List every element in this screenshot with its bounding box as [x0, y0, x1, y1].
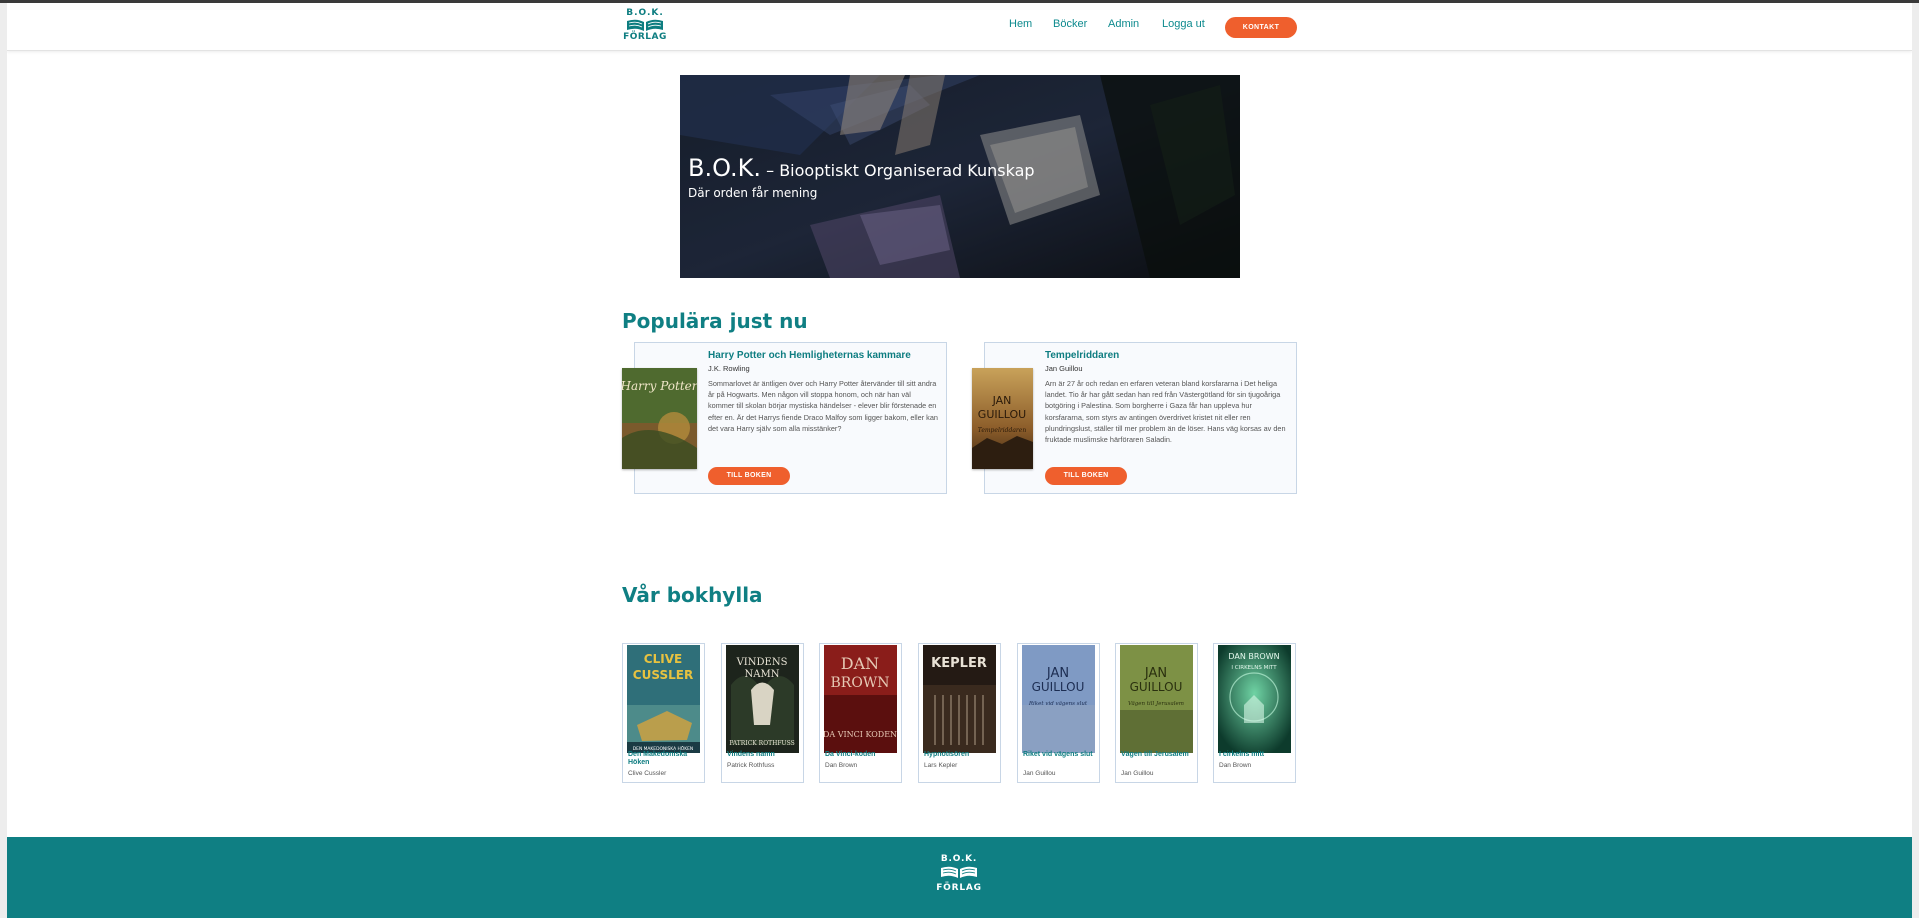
open-book-icon [627, 19, 663, 31]
page: B.O.K. FÖRLAG Hem Böcker Admin Logga ut … [7, 3, 1912, 918]
shelf-book-title[interactable]: Den Makedoniska Höken [628, 751, 703, 767]
cover-mid-text: I CIRKELNS MITT [1231, 665, 1277, 671]
cover-mid-text: GUILLOU [1032, 680, 1085, 694]
book-cover-tempelriddaren[interactable]: JAN GUILLOU Tempelriddaren [972, 368, 1033, 469]
nav-link-admin[interactable]: Admin [1108, 18, 1139, 30]
shelf-book-title[interactable]: Da Vinci-koden [825, 751, 900, 759]
footer-logo[interactable]: B.O.K. FÖRLAG [936, 854, 982, 893]
cover-bottom-text: Riket vid vägens slut [1028, 701, 1088, 707]
cover-art: VINDENS NAMN PATRICK ROTHFUSS [726, 645, 799, 753]
site-logo[interactable]: B.O.K. FÖRLAG [622, 8, 668, 42]
hero-banner: B.O.K. – Biooptiskt Organiserad Kunskap … [680, 75, 1240, 278]
featured-book-description: Sommarlovet är äntligen över och Harry P… [708, 379, 938, 433]
cover-art: KEPLER [923, 645, 996, 753]
cover-art: JAN GUILLOU Vägen till Jerusalem [1120, 645, 1193, 753]
shelf-book-card[interactable]: CLIVE CUSSLER DEN MAKEDONISKA HÖKEN Den … [622, 643, 705, 783]
cover-mid-text: CUSSLER [633, 668, 693, 682]
logo-text-bottom: FÖRLAG [623, 32, 667, 42]
cover-art: JAN GUILLOU Tempelriddaren [972, 368, 1033, 469]
open-book-icon [941, 866, 977, 878]
till-boken-button[interactable]: TILL BOKEN [1045, 467, 1127, 485]
featured-book-description: Arn är 27 år och redan en erfaren vetera… [1045, 379, 1286, 445]
footer-logo-text-top: B.O.K. [940, 854, 978, 864]
cover-title-text: Harry Potter [622, 379, 697, 393]
cover-top-text: DAN BROWN [1228, 652, 1279, 661]
shelf-book-title[interactable]: Vindens namn [727, 751, 802, 759]
cover-author-first: JAN [992, 394, 1012, 407]
site-header: B.O.K. FÖRLAG Hem Böcker Admin Logga ut … [7, 3, 1912, 51]
cover-top-text: JAN [1046, 666, 1069, 681]
shelf-book-author: Clive Cussler [628, 770, 667, 777]
shelf-book-author: Patrick Rothfuss [727, 762, 775, 769]
cover-mid-text: GUILLOU [1130, 680, 1183, 694]
book-cover[interactable]: JAN GUILLOU Vägen till Jerusalem [1120, 645, 1193, 753]
cover-title-text: Tempelriddaren [978, 427, 1027, 434]
popular-heading: Populära just nu [622, 309, 808, 333]
cover-author-last: GUILLOU [978, 408, 1026, 421]
book-cover[interactable]: DAN BROWN I CIRKELNS MITT [1218, 645, 1291, 753]
featured-book-title[interactable]: Tempelriddaren [1045, 350, 1119, 361]
book-cover-harry-potter[interactable]: Harry Potter [622, 368, 697, 469]
shelf-book-card[interactable]: VINDENS NAMN PATRICK ROTHFUSS Vindens na… [721, 643, 804, 783]
cover-top-text: JAN [1144, 666, 1167, 681]
cover-mid-text: BROWN [831, 675, 890, 691]
featured-book-title[interactable]: Harry Potter och Hemligheternas kammare [708, 350, 911, 361]
nav-link-hem[interactable]: Hem [1009, 18, 1032, 30]
featured-book-author: Jan Guillou [1045, 364, 1083, 373]
shelf-book-title[interactable]: Hypnotisören [924, 751, 999, 759]
cover-art: DAN BROWN I CIRKELNS MITT [1218, 645, 1291, 753]
nav-link-logga-ut[interactable]: Logga ut [1162, 18, 1205, 30]
till-boken-button[interactable]: TILL BOKEN [708, 467, 790, 485]
cover-top-text: KEPLER [931, 656, 987, 671]
shelf-book-card[interactable]: JAN GUILLOU Riket vid vägens slut Riket … [1017, 643, 1100, 783]
shelf-book-card[interactable]: KEPLER Hypnotisören Lars Kepler [918, 643, 1001, 783]
hero-title-tagline: – Biooptiskt Organiserad Kunskap [761, 161, 1035, 180]
footer-logo-text-bottom: FÖRLAG [936, 883, 982, 893]
shelf-book-author: Lars Kepler [924, 762, 958, 769]
shelf-book-author: Jan Guillou [1023, 770, 1056, 777]
book-cover[interactable]: JAN GUILLOU Riket vid vägens slut [1022, 645, 1095, 753]
featured-book-author: J.K. Rowling [708, 364, 750, 373]
hero-title: B.O.K. – Biooptiskt Organiserad Kunskap [688, 154, 1035, 182]
shelf-book-title[interactable]: Vägen till Jerusalem [1121, 751, 1196, 759]
shelf-heading: Vår bokhylla [622, 583, 763, 607]
cover-mid-text: NAMN [745, 669, 780, 680]
shelf-book-author: Jan Guillou [1121, 770, 1154, 777]
hero-subtitle: Där orden får mening [688, 186, 818, 200]
logo-text-top: B.O.K. [626, 8, 664, 18]
shelf-book-author: Dan Brown [825, 762, 858, 769]
book-cover[interactable]: KEPLER [923, 645, 996, 753]
shelf-book-card[interactable]: DAN BROWN I CIRKELNS MITT I cirkelns mit… [1213, 643, 1296, 783]
cover-top-text: CLIVE [644, 652, 682, 666]
hero-title-brand: B.O.K. [688, 154, 762, 182]
cover-top-text: DAN [841, 654, 879, 673]
cover-bottom-text: Vägen till Jerusalem [1128, 701, 1184, 707]
nav-link-bocker[interactable]: Böcker [1053, 18, 1087, 30]
shelf-book-card[interactable]: DAN BROWN DA VINCI KODEN Da Vinci-koden … [819, 643, 902, 783]
shelf-book-card[interactable]: JAN GUILLOU Vägen till Jerusalem Vägen t… [1115, 643, 1198, 783]
cover-bottom-text: DA VINCI KODEN [824, 730, 897, 739]
book-cover[interactable]: CLIVE CUSSLER DEN MAKEDONISKA HÖKEN [627, 645, 700, 753]
shelf-book-title[interactable]: Riket vid vägens slut [1023, 751, 1098, 759]
cover-art: Harry Potter [622, 368, 697, 469]
shelf-book-title[interactable]: I cirkelns mitt [1219, 751, 1294, 759]
cover-art: CLIVE CUSSLER DEN MAKEDONISKA HÖKEN [627, 645, 700, 753]
cover-bottom-text: PATRICK ROTHFUSS [729, 740, 794, 747]
contact-button[interactable]: KONTAKT [1225, 17, 1297, 38]
cover-art: DAN BROWN DA VINCI KODEN [824, 645, 897, 753]
site-footer: B.O.K. FÖRLAG [7, 837, 1912, 918]
shelf-book-author: Dan Brown [1219, 762, 1252, 769]
book-cover[interactable]: DAN BROWN DA VINCI KODEN [824, 645, 897, 753]
cover-top-text: VINDENS [736, 657, 788, 668]
cover-art: JAN GUILLOU Riket vid vägens slut [1022, 645, 1095, 753]
book-cover[interactable]: VINDENS NAMN PATRICK ROTHFUSS [726, 645, 799, 753]
